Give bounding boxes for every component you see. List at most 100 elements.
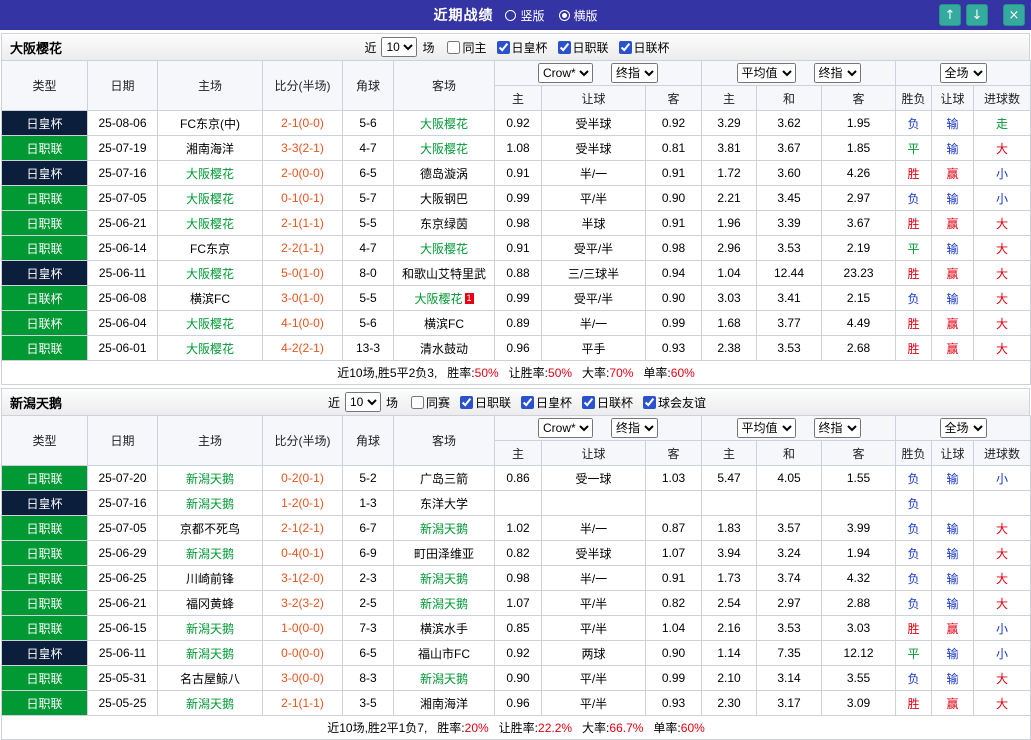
result-value: 胜 [895,615,933,641]
match-date: 25-06-14 [87,235,158,261]
summary-prefix: 近10场,胜2平1负7, [327,721,428,735]
summary-stat-value: 70% [609,366,634,380]
summary-stat-value: 66.7% [609,721,644,735]
odds-value: 0.90 [644,640,703,666]
filter-league-2-checkbox[interactable] [618,40,632,54]
summary-stat-value: 50% [474,366,499,380]
corner-score: 6-5 [342,160,394,186]
filter-league-0-checkbox[interactable] [459,395,473,409]
home-team: 新潟天鹅 [157,490,263,516]
score: 3-3(2-1) [262,135,343,161]
odds-value: 1.73 [701,565,758,591]
filter-league-1[interactable]: 日职联 [557,39,609,56]
odds-value: 三/三球半 [541,260,646,286]
sub-header-home-odds: 主 [494,440,542,466]
filter-league-2-checkbox[interactable] [582,395,596,409]
result-value: 小 [973,615,1031,641]
topbar-buttons: ↑ ↓ × [939,4,1025,26]
scope-group-header: 全场 [895,60,1031,86]
view-option-horizontal[interactable]: 横版 [558,7,598,24]
home-team: FC东京 [157,235,263,261]
recent-count-select[interactable]: 10 [381,37,418,57]
odds-value: 受半球 [541,135,646,161]
result-value: 大 [973,260,1031,286]
close-button[interactable]: × [1003,4,1025,26]
result-value: 负 [895,515,933,541]
filter-league-0-checkbox[interactable] [496,40,510,54]
odds-value: 0.87 [644,515,703,541]
view-option-vertical[interactable]: 竖版 [505,7,545,24]
league-badge: 日皇杯 [1,640,88,666]
average-select[interactable]: 平均值 [736,418,796,438]
filter-recent-label: 近 [327,395,340,410]
filter-league-3[interactable]: 球会友谊 [643,394,706,411]
result-value: 大 [973,540,1031,566]
section-header-bar: 大阪樱花 近 10 场 同主 日皇杯 日职联 日联杯 [1,33,1030,60]
average-time-select[interactable]: 终指 [813,63,861,83]
odds-value: 1.55 [821,465,897,491]
league-badge: 日职联 [1,565,88,591]
match-row: 日职联 25-07-05 大阪樱花 0-1(0-1) 5-7 大阪钢巴 0.99 平/半 0.9… [1,185,1031,211]
score: 5-0(1-0) [262,260,343,286]
summary-stat-value: 22.2% [538,721,573,735]
filter-league-2[interactable]: 日联杯 [582,394,633,411]
scope-select[interactable]: 全场 [939,63,987,83]
odds-time-select[interactable]: 终指 [611,63,658,83]
odds-value: 受半球 [541,110,646,136]
average-select[interactable]: 平均值 [736,63,796,83]
score: 2-2(1-1) [262,235,343,261]
odds-value [644,490,703,516]
league-badge: 日皇杯 [1,160,88,186]
odds-value: 12.12 [821,640,897,666]
league-badge: 日皇杯 [1,110,88,136]
league-badge: 日职联 [1,335,88,361]
result-value: 胜 [895,210,933,236]
filter-league-1[interactable]: 日皇杯 [521,394,572,411]
odds-value: 1.03 [644,465,703,491]
result-value: 走 [973,110,1031,136]
filter-same-checkbox[interactable] [447,40,461,54]
odds-value: 1.07 [494,590,542,616]
filter-same-checkbox[interactable] [410,395,424,409]
odds-value: 受一球 [541,465,646,491]
odds-value [701,490,758,516]
sub-header-away-odds: 客 [644,85,703,111]
odds-value: 0.92 [494,110,542,136]
corner-score: 5-6 [342,110,394,136]
result-value [931,490,975,516]
away-team: 大阪钢巴 [393,185,495,211]
odds-value: 受平/半 [541,285,646,311]
filter-league-2[interactable]: 日联杯 [618,39,670,56]
move-down-button[interactable]: ↓ [966,4,988,26]
odds-value: 平手 [541,335,646,361]
filter-league-0[interactable]: 日皇杯 [496,39,548,56]
odds-value [756,490,823,516]
score: 3-2(3-2) [262,590,343,616]
odds-value: 4.32 [821,565,897,591]
odds-value: 半/一 [541,515,646,541]
result-value: 赢 [931,615,975,641]
league-badge: 日职联 [1,665,88,691]
filter-same[interactable]: 同赛 [410,394,450,411]
recent-count-select[interactable]: 10 [344,392,381,412]
odds-time-select[interactable]: 终指 [611,418,658,438]
home-team: 横滨FC [157,285,263,311]
odds-value: 0.90 [644,285,703,311]
filter-league-1-checkbox[interactable] [521,395,534,409]
away-team: 新潟天鹅 [393,665,495,691]
match-row: 日职联 25-07-20 新潟天鹅 0-2(0-1) 5-2 广岛三箭 0.86 受一球 1.0… [1,465,1031,491]
score: 3-1(2-0) [262,565,343,591]
average-time-select[interactable]: 终指 [813,418,861,438]
view-option-label: 横版 [573,8,598,23]
corner-score: 3-5 [342,690,394,716]
move-up-button[interactable]: ↑ [939,4,961,26]
odds-source-select[interactable]: Crow* [538,63,593,83]
filter-league-3-checkbox[interactable] [643,395,657,409]
filter-same[interactable]: 同主 [447,39,487,56]
home-team: 新潟天鹅 [157,465,263,491]
scope-select[interactable]: 全场 [939,418,987,438]
odds-source-select[interactable]: Crow* [538,418,593,438]
odds-value: 0.91 [644,160,703,186]
filter-league-1-checkbox[interactable] [557,40,571,54]
filter-league-0[interactable]: 日职联 [459,394,511,411]
